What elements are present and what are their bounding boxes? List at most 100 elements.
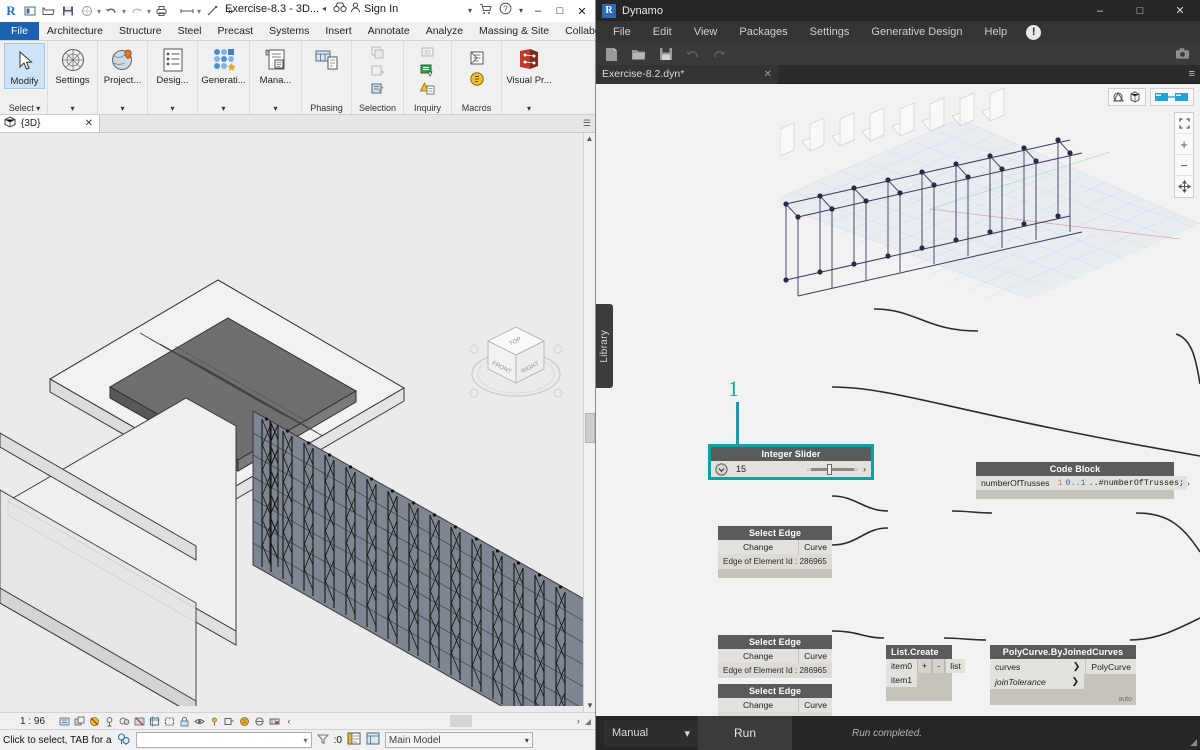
status-link-icon[interactable]	[117, 732, 131, 749]
list-create-1-item0[interactable]: item0	[886, 659, 917, 673]
settings-button[interactable]: Settings	[50, 43, 95, 86]
ribbon-tab-systems[interactable]: Systems	[261, 22, 317, 40]
node-select-edge-2[interactable]: Select Edge Change Curve Edge of Element…	[718, 635, 832, 678]
view-tab-overflow-icon[interactable]: ☰	[583, 118, 591, 129]
signin-area[interactable]: Sign In	[333, 2, 398, 16]
crop-region-icon[interactable]	[163, 715, 175, 727]
dynamo-minimize-button[interactable]: –	[1080, 0, 1120, 21]
node-select-edge-1[interactable]: Select Edge Change Curve Edge of Element…	[718, 526, 832, 578]
node-select-edge-3[interactable]: Select Edge Change Curve Edge of Element…	[718, 684, 832, 716]
dynamo-menu-bar[interactable]: File Edit View Packages Settings Generat…	[596, 21, 1200, 43]
select-pinned-icon[interactable]	[369, 80, 386, 97]
constraints-icon[interactable]	[253, 715, 265, 727]
help-icon[interactable]: ?	[499, 2, 512, 18]
save-icon[interactable]	[58, 2, 77, 21]
integer-slider-row[interactable]: 15 ›	[711, 461, 871, 477]
element-id-icon[interactable]: ID	[419, 44, 436, 61]
reveal-hidden-icon[interactable]	[208, 715, 220, 727]
dot-caret-icon[interactable]: ▾	[468, 6, 472, 15]
ribbon-tab-steel[interactable]: Steel	[170, 22, 210, 40]
zoom-out-icon[interactable]: −	[1174, 155, 1194, 176]
camera-icon[interactable]	[1175, 46, 1190, 61]
revit-vertical-scrollbar[interactable]: ▲ ▼	[583, 133, 595, 712]
workspace-tab-close-icon[interactable]: ✕	[764, 69, 772, 80]
new-file-icon[interactable]	[604, 47, 619, 62]
menu-generative-design[interactable]: Generative Design	[860, 21, 973, 43]
scroll-thumb[interactable]	[585, 413, 595, 443]
zoom-to-fit-icon[interactable]	[1174, 113, 1194, 134]
integer-slider-track-wrap[interactable]	[807, 468, 858, 471]
redo-icon[interactable]	[712, 47, 727, 62]
undo-icon[interactable]	[685, 47, 700, 62]
status-horizontal-track[interactable]	[300, 715, 572, 727]
select-edge-2-output-curve[interactable]: Curve	[798, 649, 832, 663]
run-button[interactable]: Run	[698, 716, 792, 750]
dynamo-workspace-canvas[interactable]: + − Library	[596, 84, 1200, 716]
settings-caret[interactable]: ▾	[50, 104, 95, 113]
design-caret[interactable]: ▾	[150, 104, 195, 113]
geometry-view-toggle[interactable]	[1108, 88, 1146, 106]
list-create-1-item1[interactable]: item1	[886, 673, 917, 687]
lock-3d-view-icon[interactable]	[178, 715, 190, 727]
title-dropdown-caret[interactable]: ◂	[322, 4, 326, 13]
design-options-button[interactable]: Desig...	[150, 43, 195, 86]
dynamo-3d-preview[interactable]: + −	[780, 84, 1200, 299]
menu-edit[interactable]: Edit	[642, 21, 683, 43]
ribbon-tab-file[interactable]: File	[0, 22, 39, 40]
home-icon[interactable]	[20, 2, 39, 21]
ribbon-tab-annotate[interactable]: Annotate	[360, 22, 418, 40]
node-list-create-1[interactable]: List.Create item0 + - list item1	[886, 645, 952, 701]
temp-hide-isolate-icon[interactable]	[193, 715, 205, 727]
select-edge-1-ports[interactable]: Change Curve	[718, 540, 832, 554]
macros-icons[interactable]	[468, 43, 485, 87]
ribbon-tab-precast[interactable]: Precast	[210, 22, 262, 40]
print-icon[interactable]	[152, 2, 171, 21]
quick-access-toolbar[interactable]: ▾ ▾ ▾ ▾ »	[20, 2, 240, 21]
preview-view-toggles[interactable]	[1108, 88, 1194, 106]
node-code-block[interactable]: Code Block numberOfTrusses 1 0..1..#numb…	[976, 462, 1174, 499]
code-block-row[interactable]: numberOfTrusses 1 0..1..#numberOfTrusses…	[976, 476, 1174, 490]
manage-caret[interactable]: ▾	[252, 104, 299, 113]
modify-button[interactable]: Modify	[4, 43, 45, 89]
show-constraints-icon[interactable]	[268, 715, 280, 727]
dynamo-close-button[interactable]: ✕	[1160, 0, 1200, 21]
ribbon-tab-structure[interactable]: Structure	[111, 22, 170, 40]
shadows-icon[interactable]	[118, 715, 130, 727]
search-binoculars-icon[interactable]	[333, 2, 347, 16]
open-file-icon[interactable]	[631, 47, 646, 62]
properties-panel-icon[interactable]	[347, 732, 361, 748]
select-edge-3-output-curve[interactable]: Curve	[798, 698, 832, 712]
polycurve-1-row0[interactable]: curves❯ PolyCurve	[990, 659, 1136, 674]
signin-label[interactable]: Sign In	[364, 3, 398, 15]
project-caret[interactable]: ▾	[100, 104, 145, 113]
dynamo-toolbar[interactable]	[596, 43, 1200, 65]
code-block-code[interactable]: 1 0..1..#numberOfTrusses;	[1054, 476, 1187, 490]
notification-badge-icon[interactable]: !	[1026, 25, 1041, 40]
manage-project-button[interactable]: Mana...	[252, 43, 299, 86]
view-controls-more-icon[interactable]: ‹	[283, 715, 295, 727]
user-account-icon[interactable]	[350, 2, 361, 16]
warnings-icon[interactable]	[419, 80, 436, 97]
inquiry-icons[interactable]: ID	[419, 43, 436, 97]
crop-view-icon[interactable]	[148, 715, 160, 727]
worksharing-display-icon[interactable]	[238, 715, 250, 727]
ribbon-tab-massing-site[interactable]: Massing & Site	[471, 22, 557, 40]
scroll-down-arrow[interactable]: ▼	[584, 700, 595, 712]
revit-3d-view[interactable]: TOP FRONT RIGHT ▲ ▼	[0, 133, 595, 712]
workspace-tab[interactable]: Exercise-8.2.dyn* ✕	[596, 65, 778, 84]
code-block-output-port[interactable]: ›	[1187, 479, 1193, 488]
select-edge-2-change-button[interactable]: Change	[718, 649, 798, 663]
workset-combo[interactable]: Main Model▾	[385, 732, 533, 748]
select-edge-1-output-curve[interactable]: Curve	[798, 540, 832, 554]
measure-icon[interactable]	[177, 2, 196, 21]
maximize-button[interactable]: □	[549, 0, 571, 22]
help-caret-icon[interactable]: ▾	[519, 6, 523, 15]
select-footer[interactable]: Select ▾	[4, 103, 45, 113]
scale-icon[interactable]	[58, 715, 70, 727]
aligned-dimension-icon[interactable]	[202, 2, 221, 21]
select-underlay-icon[interactable]	[369, 62, 386, 79]
list-create-1-output-list[interactable]: list	[945, 659, 965, 673]
polycurve-1-input-jointolerance[interactable]: joinTolerance❯	[990, 674, 1084, 689]
visual-style-icon[interactable]	[88, 715, 100, 727]
view-control-icons[interactable]: ‹	[58, 715, 295, 727]
